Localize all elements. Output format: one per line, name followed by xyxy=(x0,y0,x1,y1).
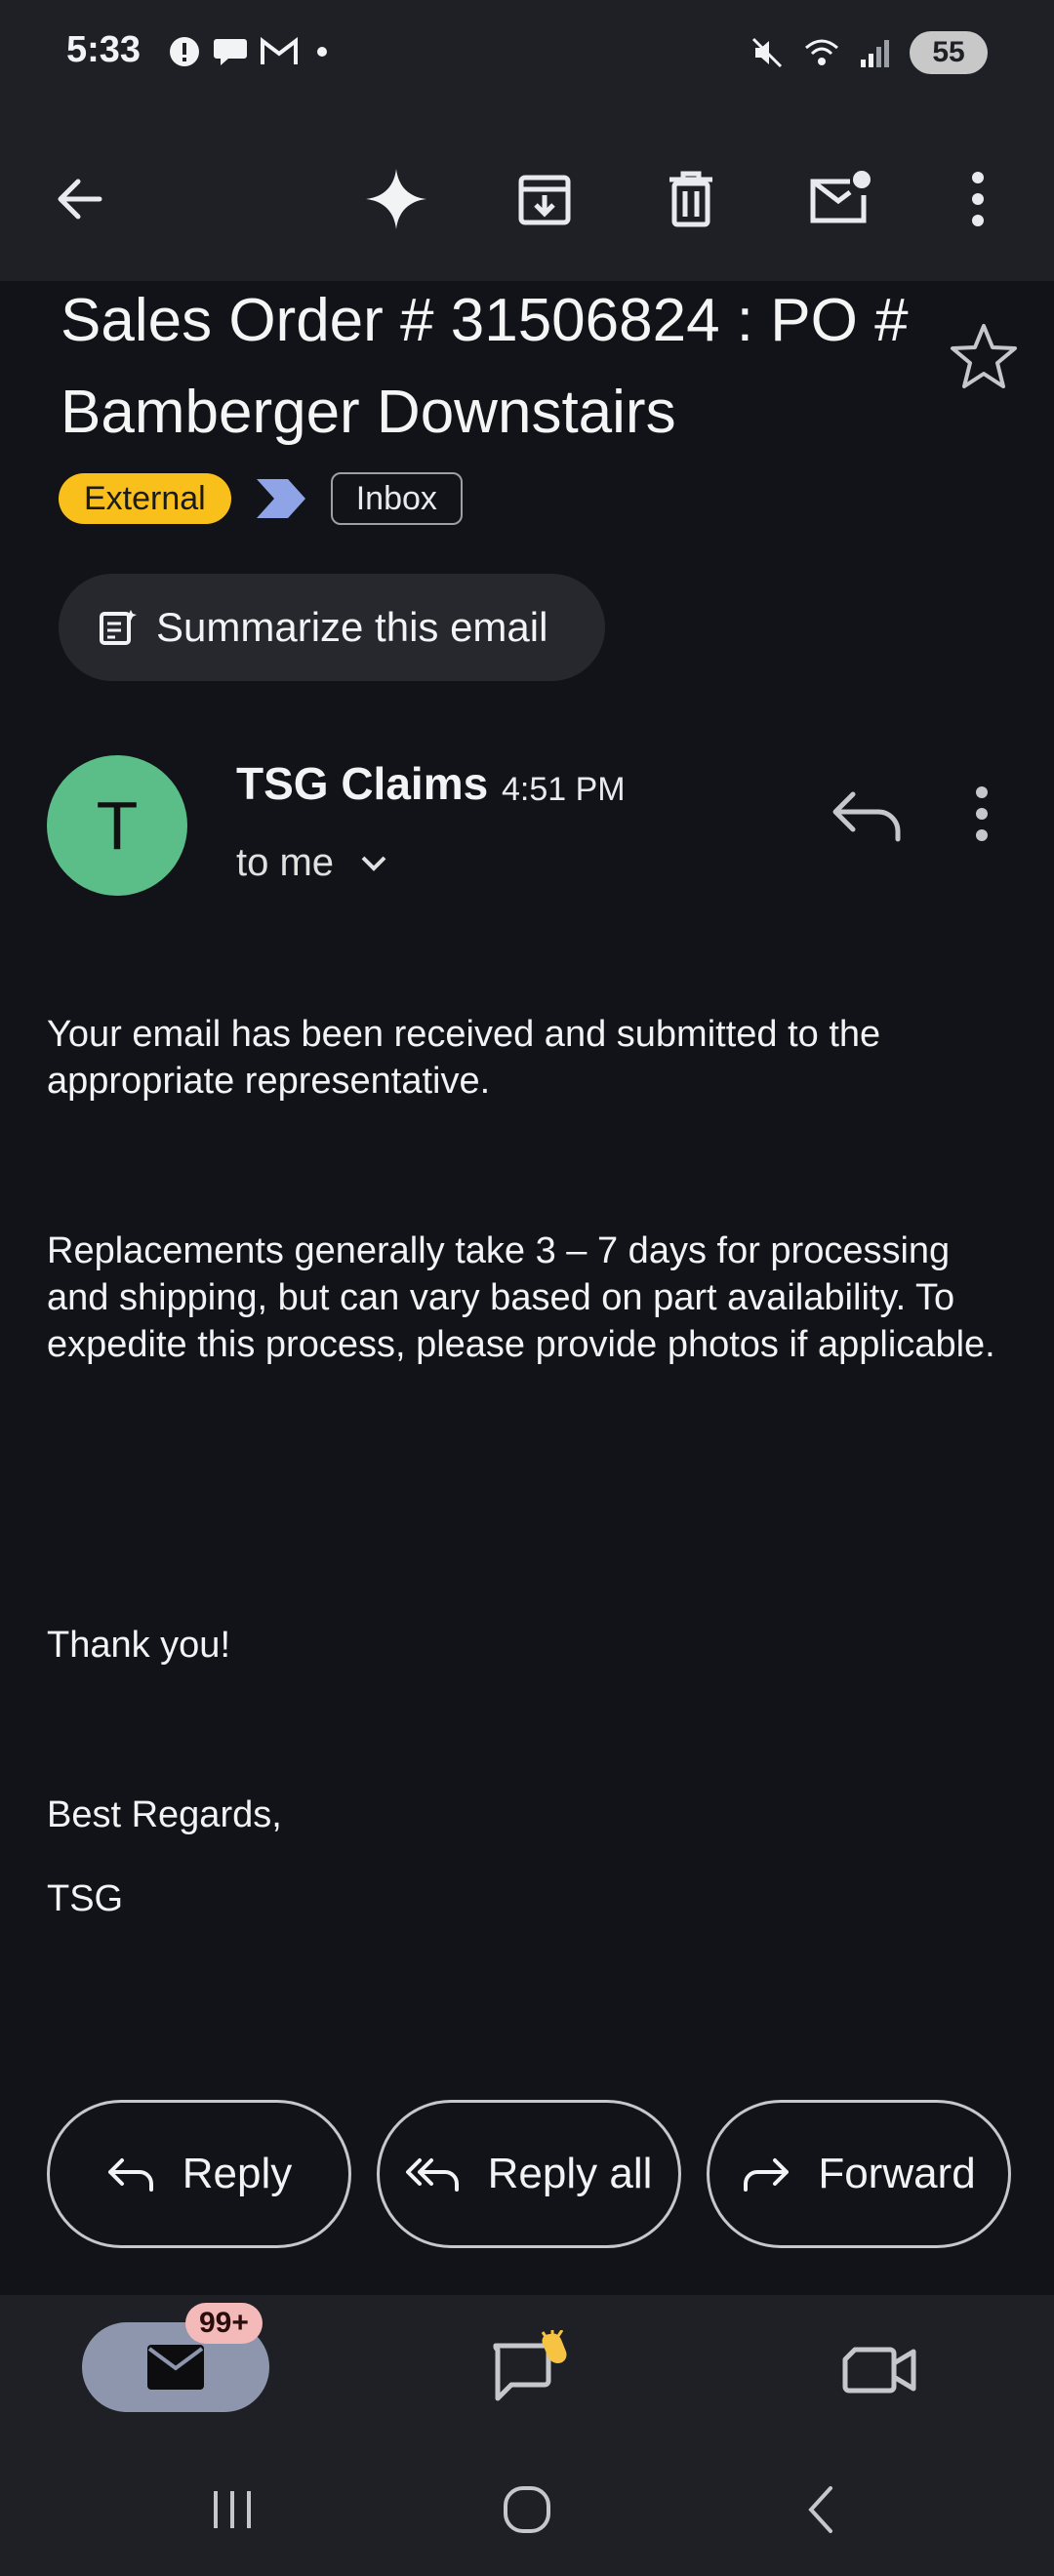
mail-badge: 99+ xyxy=(185,2303,263,2344)
status-bar: 5:33 55 xyxy=(0,0,1054,117)
external-label: External xyxy=(59,473,231,524)
body-paragraph: Replacements generally take 3 – 7 days f… xyxy=(47,1230,995,1365)
email-subject: Sales Order # 31506824 : PO # Bamberger … xyxy=(61,287,909,446)
mark-unread-icon[interactable] xyxy=(796,156,882,242)
more-vert-icon[interactable] xyxy=(935,156,1021,242)
gmail-icon xyxy=(261,37,298,64)
back-arrow-icon[interactable] xyxy=(37,156,123,242)
avatar[interactable]: T xyxy=(47,755,187,896)
delete-icon[interactable] xyxy=(648,156,734,242)
gemini-sparkle-icon[interactable] xyxy=(353,156,439,242)
chat-icon[interactable] xyxy=(488,2330,576,2408)
wifi-icon xyxy=(805,39,838,65)
mail-icon xyxy=(147,2345,204,2390)
signal-icon xyxy=(861,40,889,67)
archive-icon[interactable] xyxy=(502,156,588,242)
summarize-icon xyxy=(100,610,137,645)
body-paragraph: Your email has been received and submitt… xyxy=(47,1014,881,1102)
inbox-label[interactable]: Inbox xyxy=(330,472,463,525)
mute-icon xyxy=(751,37,783,68)
star-icon[interactable] xyxy=(947,320,1021,394)
home-icon[interactable] xyxy=(488,2471,566,2549)
status-time: 5:33 xyxy=(66,29,142,70)
important-marker-icon[interactable] xyxy=(255,477,307,520)
reply-all-icon xyxy=(405,2158,459,2192)
email-toolbar xyxy=(0,117,1054,281)
reply-label: Reply xyxy=(182,2150,293,2197)
more-vert-icon[interactable] xyxy=(962,781,1001,849)
recipient-details-toggle[interactable]: to me xyxy=(236,841,388,885)
chat-bubble-icon xyxy=(214,39,247,65)
reply-button[interactable]: Reply xyxy=(47,2100,351,2248)
bottom-nav: 99+ xyxy=(0,2295,1054,2432)
body-paragraph: Best Regards, xyxy=(47,1794,282,1835)
reply-icon[interactable] xyxy=(828,781,906,849)
notification-icons xyxy=(168,35,334,68)
recipient-label: to me xyxy=(236,841,335,884)
system-back-icon[interactable] xyxy=(783,2471,861,2549)
reply-icon xyxy=(107,2158,153,2192)
reply-all-button[interactable]: Reply all xyxy=(377,2100,681,2248)
summarize-label: Summarize this email xyxy=(156,604,548,650)
dot-icon xyxy=(317,47,327,57)
alert-icon xyxy=(170,37,199,66)
system-indicators: 55 xyxy=(750,31,988,74)
system-navigation xyxy=(0,2432,1054,2576)
forward-label: Forward xyxy=(818,2150,976,2197)
body-paragraph: Thank you! xyxy=(47,1625,230,1666)
battery-indicator: 55 xyxy=(910,31,988,74)
reply-all-label: Reply all xyxy=(487,2150,653,2197)
email-actions: Reply Reply all Forward xyxy=(47,2100,1011,2248)
sender-name[interactable]: TSG Claims xyxy=(236,757,488,810)
summarize-button[interactable]: Summarize this email xyxy=(59,574,605,681)
email-time: 4:51 PM xyxy=(502,771,626,808)
email-labels: External Inbox xyxy=(59,472,463,525)
recent-apps-icon[interactable] xyxy=(193,2471,271,2549)
forward-icon xyxy=(744,2158,790,2192)
body-paragraph: TSG xyxy=(47,1878,124,1919)
chevron-down-icon xyxy=(361,856,386,871)
video-icon[interactable] xyxy=(835,2330,923,2408)
forward-button[interactable]: Forward xyxy=(707,2100,1011,2248)
